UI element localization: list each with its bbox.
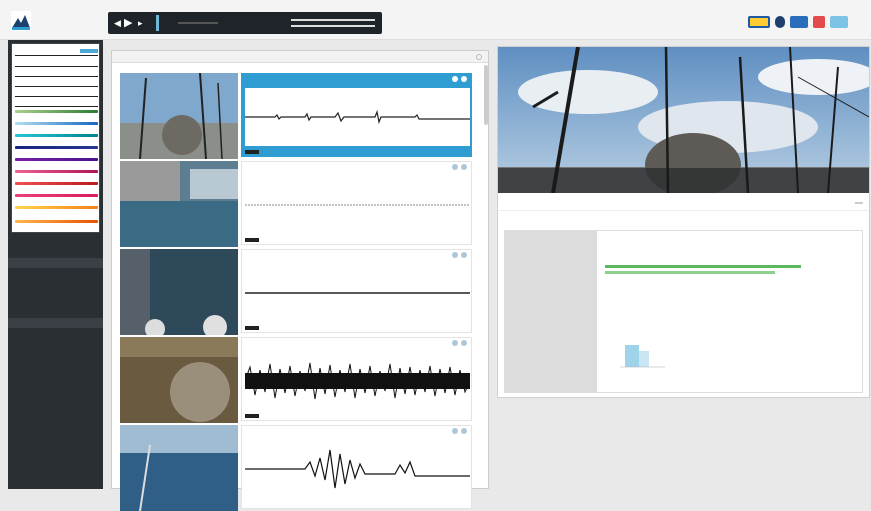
waveform[interactable]	[245, 352, 470, 410]
menu-item[interactable]	[8, 330, 103, 340]
color-scale[interactable]	[15, 206, 98, 209]
list-item[interactable]	[120, 337, 476, 423]
waveform[interactable]	[245, 176, 470, 234]
info-icon[interactable]	[452, 164, 458, 170]
waveform[interactable]	[245, 264, 470, 322]
playhead[interactable]	[156, 15, 159, 31]
detail-action-button[interactable]	[855, 202, 863, 204]
color-scale[interactable]	[15, 220, 98, 223]
photo-caption-bar	[498, 168, 869, 193]
expand-icon[interactable]	[461, 164, 467, 170]
expand-icon[interactable]	[461, 252, 467, 258]
sound-thumbnail[interactable]	[120, 73, 238, 159]
waveform[interactable]	[245, 88, 470, 146]
logo-mark-icon	[11, 11, 31, 31]
menu-item[interactable]	[8, 282, 103, 292]
metadata-table	[504, 230, 863, 393]
quality-bar	[605, 271, 775, 274]
sound-thumbnail[interactable]	[120, 161, 238, 247]
play-icon[interactable]: ▶	[124, 16, 132, 30]
sound-card[interactable]	[241, 337, 472, 421]
progress-track[interactable]	[291, 19, 375, 27]
filter-row[interactable]	[15, 58, 98, 67]
info-icon[interactable]	[452, 428, 458, 434]
filter-row[interactable]	[15, 78, 98, 87]
sound-list-panel	[111, 50, 489, 511]
sound-card[interactable]	[241, 249, 472, 333]
mini-diagram	[620, 345, 665, 368]
duration-tag	[245, 238, 259, 242]
color-scale[interactable]	[15, 182, 98, 185]
detail-header	[498, 199, 869, 211]
partner-logo	[748, 16, 770, 28]
color-scale[interactable]	[15, 170, 98, 173]
list-scrollbar[interactable]	[484, 65, 488, 125]
partner-logo	[775, 16, 785, 28]
menu-item[interactable]	[8, 318, 103, 328]
list-item[interactable]	[120, 249, 476, 335]
partner-logo	[830, 16, 848, 28]
prev-icon[interactable]: ◀	[114, 16, 121, 30]
duration-tag	[245, 150, 259, 154]
partner-logos	[748, 14, 848, 30]
close-icon[interactable]	[476, 54, 482, 60]
info-icon[interactable]	[452, 340, 458, 346]
volume-slider[interactable]	[178, 22, 218, 24]
info-icon[interactable]	[452, 252, 458, 258]
metadata-label-column	[505, 231, 597, 392]
list-item[interactable]	[120, 161, 476, 247]
audio-player: ◀ ▶ ▸	[108, 12, 382, 34]
sound-thumbnail[interactable]	[120, 249, 238, 335]
menu-item[interactable]	[8, 306, 103, 316]
color-scale[interactable]	[15, 194, 98, 197]
filter-toggle[interactable]	[80, 49, 98, 53]
color-scale[interactable]	[15, 134, 98, 137]
duration-tag	[245, 326, 259, 330]
quality-bar	[605, 265, 801, 268]
color-scale[interactable]	[15, 110, 98, 113]
partner-logo	[813, 16, 825, 28]
waveform[interactable]	[245, 440, 470, 498]
sidebar	[8, 40, 103, 489]
sound-card[interactable]	[241, 73, 472, 157]
sound-card[interactable]	[241, 161, 472, 245]
duration-tag	[245, 414, 259, 418]
next-icon[interactable]: ▸	[138, 16, 143, 30]
detail-panel	[497, 46, 870, 398]
top-bar: ◀ ▶ ▸	[0, 0, 871, 40]
location-photo[interactable]	[498, 47, 869, 193]
partner-logo	[790, 16, 808, 28]
expand-icon[interactable]	[461, 428, 467, 434]
sound-thumbnail[interactable]	[120, 337, 238, 423]
filter-row[interactable]	[15, 98, 98, 107]
expand-icon[interactable]	[461, 340, 467, 346]
menu-item[interactable]	[8, 270, 103, 280]
menu-item[interactable]	[8, 234, 103, 244]
list-item[interactable]	[120, 425, 476, 511]
sound-thumbnail[interactable]	[120, 425, 238, 511]
menu-item[interactable]	[8, 246, 103, 256]
filter-row[interactable]	[15, 88, 98, 97]
sound-card[interactable]	[241, 425, 472, 509]
list-header	[112, 51, 488, 63]
expand-icon[interactable]	[461, 76, 467, 82]
app-logo[interactable]	[10, 8, 98, 34]
filter-panel	[11, 43, 100, 233]
color-scale[interactable]	[15, 158, 98, 161]
menu-item[interactable]	[8, 258, 103, 268]
info-icon[interactable]	[452, 76, 458, 82]
color-scale[interactable]	[15, 122, 98, 125]
filter-row[interactable]	[15, 47, 98, 56]
list-item[interactable]	[120, 73, 476, 159]
color-scale[interactable]	[15, 146, 98, 149]
menu-item[interactable]	[8, 294, 103, 304]
filter-row[interactable]	[15, 68, 98, 77]
